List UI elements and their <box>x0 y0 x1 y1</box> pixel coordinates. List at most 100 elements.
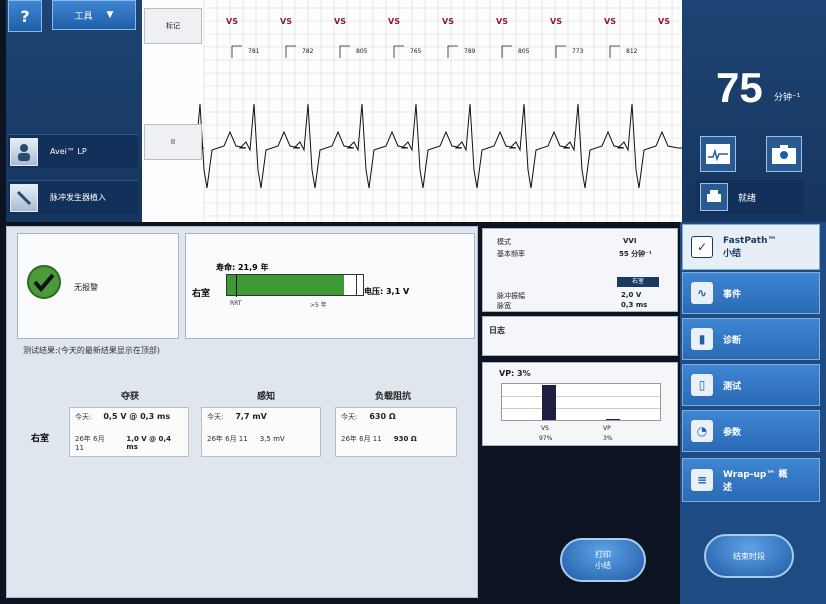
events-label: 事件 <box>723 289 742 300</box>
today-label: 今天: <box>341 413 358 421</box>
ready-label: 就绪 <box>738 193 757 204</box>
capture-today: 0,5 V @ 0,3 ms <box>103 412 171 421</box>
prev-date: 26年 6月 11 <box>341 435 382 443</box>
interval-bracket <box>501 45 512 58</box>
nav-events[interactable]: ∿ 事件 <box>682 272 820 314</box>
log-label: 日志 <box>489 326 505 335</box>
width-label: 脉宽 <box>497 302 511 310</box>
params-panel[interactable]: 模式 VVI 基本频率 55 分钟⁻¹ 右室 脉冲振幅 2,0 V 脉宽 0,3… <box>482 228 678 312</box>
pacing-chart <box>501 383 661 421</box>
rrt-marker <box>236 275 237 297</box>
nav-diagnosis[interactable]: ▮ 诊断 <box>682 318 820 360</box>
params-label: 参数 <box>723 427 742 438</box>
end-session-label: 结束时段 <box>733 551 765 561</box>
col-impedance: 负载阻抗 <box>375 392 412 402</box>
nav-wrapup[interactable]: ≡ Wrap-up™ 概 述 <box>682 458 820 502</box>
interval-bracket <box>339 45 350 58</box>
log-panel[interactable]: 日志 <box>482 316 678 356</box>
results-header: 测试结果:(今天的最新结果显示在顶部) <box>23 346 160 355</box>
battery-chamber: 右室 <box>192 289 211 299</box>
vp-bar <box>606 418 620 420</box>
alerts-card[interactable]: 无报警 <box>17 233 179 339</box>
today-label: 今天: <box>207 413 224 421</box>
ecg-view-icon[interactable] <box>700 136 736 172</box>
nav-fastpath-summary[interactable]: ✓ FastPath™ 小结 <box>682 224 820 270</box>
ecg-grid: VS VS VS VS VS VS VS VS VS 781 782 805 765 789 805 773 8… <box>184 0 682 222</box>
print-label: 打印 <box>595 550 611 559</box>
interval-value: 782 <box>302 48 314 55</box>
waveform-icon: ∿ <box>691 282 713 304</box>
wrapup-sub-label: 述 <box>723 483 733 493</box>
col-sensing: 感知 <box>257 392 276 402</box>
pacing-title: VP: 3% <box>499 369 531 378</box>
fastpath-label: FastPath™ <box>723 235 777 246</box>
vs-marker: VS <box>388 17 400 26</box>
interval-value: 812 <box>626 48 638 55</box>
prev-date: 26年 6月 11 <box>207 435 248 443</box>
sensing-result[interactable]: 今天: 7,7 mV 26年 6月 11 3,5 mV <box>201 407 321 457</box>
battery-fill <box>227 275 344 295</box>
patient-device-row[interactable]: Avei™ LP <box>8 134 138 168</box>
ecg-waveform <box>184 103 682 189</box>
capture-result[interactable]: 今天: 0,5 V @ 0,3 ms 26年 6月 11 1,0 V @ 0,4 m… <box>69 407 189 457</box>
fastpath-sub-label: 小结 <box>723 248 742 259</box>
vs-value: 97% <box>539 435 553 442</box>
interval-value: 781 <box>248 48 260 55</box>
fastpath-labels: FastPath™ 小结 <box>723 236 777 259</box>
vs-marker: VS <box>550 17 562 26</box>
nav-test[interactable]: ▯ 测试 <box>682 364 820 406</box>
col-capture: 夺获 <box>121 392 140 402</box>
base-rate-label: 基本频率 <box>497 250 525 258</box>
patient-icon <box>10 137 38 166</box>
help-button[interactable]: ? <box>8 0 42 32</box>
wrapup-labels: Wrap-up™ 概 述 <box>723 467 787 493</box>
chevron-down-icon: ▼ <box>106 10 114 20</box>
implant-row[interactable]: 脉冲发生器植入 <box>8 180 138 214</box>
vs-marker: VS <box>496 17 508 26</box>
impedance-result[interactable]: 今天: 630 Ω 26年 6月 11 930 Ω <box>335 407 457 457</box>
test-label: 测试 <box>723 381 742 392</box>
interval-bracket <box>609 45 620 58</box>
prev-date: 26年 6月 11 <box>75 435 105 452</box>
chamber-badge: 右室 <box>617 277 659 287</box>
battery-card[interactable]: 寿命: 21,9 年 右室 RRT >5 年 电压: 3,1 V <box>185 233 475 339</box>
nav-params[interactable]: ◔ 参数 <box>682 410 820 452</box>
lead-select-button[interactable]: II <box>144 124 202 160</box>
summary-label: 小结 <box>595 561 611 570</box>
impedance-today: 630 Ω <box>369 412 396 421</box>
implant-label: 脉冲发生器植入 <box>50 193 106 202</box>
print-summary-button[interactable]: 打印 小结 <box>560 538 646 582</box>
mode-value: VVI <box>623 237 637 245</box>
camera-icon[interactable] <box>766 136 802 172</box>
voltage-label: 电压: 3,1 V <box>364 287 410 296</box>
interval-value: 765 <box>410 48 422 55</box>
tools-menu-button[interactable]: 工具 ▼ <box>52 0 136 30</box>
list-icon: ≡ <box>691 469 713 491</box>
interval-bracket <box>231 45 242 58</box>
interval-value: 805 <box>518 48 530 55</box>
results-chamber: 右室 <box>31 434 50 444</box>
sensing-prev: 3,5 mV <box>259 435 285 443</box>
checkmark-icon <box>26 264 62 304</box>
pen-icon <box>10 183 38 212</box>
interval-bracket <box>285 45 296 58</box>
vs-marker: VS <box>280 17 292 26</box>
params-icon: ◔ <box>691 420 713 442</box>
mark-button[interactable]: 标记 <box>144 8 202 44</box>
end-session-button[interactable]: 结束时段 <box>704 534 794 578</box>
vs-label: VS <box>541 425 549 432</box>
clipboard-icon: ▯ <box>691 374 713 396</box>
vs-marker: VS <box>604 17 616 26</box>
pacing-panel[interactable]: VP: 3% VS 97% VP 3% <box>482 362 678 446</box>
battery-life: 寿命: 21,9 年 <box>216 263 269 272</box>
heart-rate-value: 75 <box>716 64 763 111</box>
base-rate-value: 55 分钟⁻¹ <box>619 250 652 258</box>
main-panel: 无报警 寿命: 21,9 年 右室 RRT >5 年 电压: 3,1 V 测试结… <box>6 226 478 598</box>
vs-marker: VS <box>334 17 346 26</box>
checkbox-icon: ✓ <box>691 236 713 258</box>
sensing-today: 7,7 mV <box>235 412 267 421</box>
diagnosis-label: 诊断 <box>723 335 742 346</box>
vs-marker: VS <box>226 17 238 26</box>
vp-value: 3% <box>603 435 613 442</box>
interval-bracket <box>555 45 566 58</box>
